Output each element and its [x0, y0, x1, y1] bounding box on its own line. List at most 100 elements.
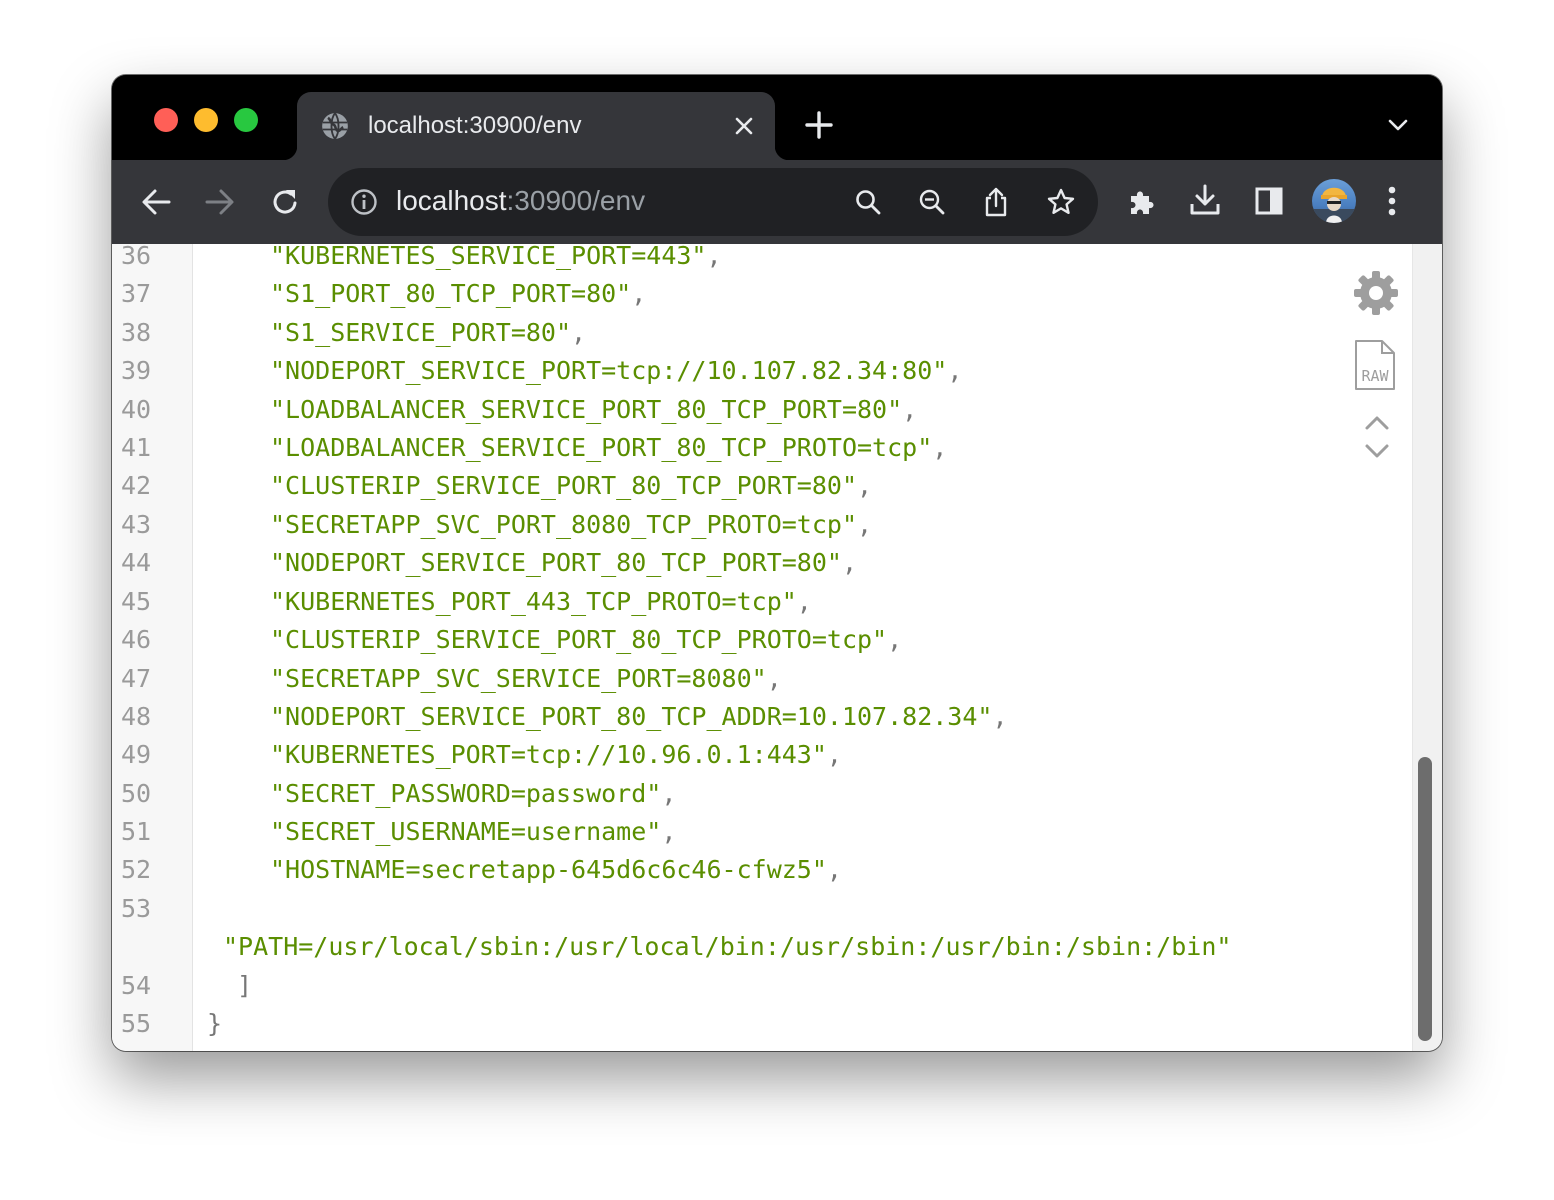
zoom-out-icon[interactable] — [918, 188, 946, 216]
tab-active[interactable]: localhost:30900/env — [283, 92, 789, 160]
json-punctuation: , — [902, 395, 918, 424]
code-line: 39 "NODEPORT_SERVICE_PORT=tcp://10.107.82… — [112, 352, 1402, 390]
json-string: "NODEPORT_SERVICE_PORT_80_TCP_PORT=80" — [270, 548, 842, 577]
code-line: 40 "LOADBALANCER_SERVICE_PORT_80_TCP_PORT… — [112, 391, 1402, 429]
code-line: 47 "SECRETAPP_SVC_SERVICE_PORT=8080", — [112, 660, 1402, 698]
code-line: 36 "KUBERNETES_SERVICE_PORT=443", — [112, 244, 1402, 275]
code-text: ] — [237, 967, 252, 1005]
code-text: "S1_PORT_80_TCP_PORT=80", — [270, 275, 646, 313]
avatar[interactable] — [1312, 179, 1356, 223]
json-string: "KUBERNETES_SERVICE_PORT=443" — [270, 244, 707, 270]
code-line: 46 "CLUSTERIP_SERVICE_PORT_80_TCP_PROTO=t… — [112, 621, 1402, 659]
json-string: "S1_PORT_80_TCP_PORT=80" — [270, 279, 632, 308]
json-string: "LOADBALANCER_SERVICE_PORT_80_TCP_PORT=8… — [270, 395, 903, 424]
line-number: 47 — [121, 664, 152, 693]
new-tab-icon[interactable] — [805, 111, 833, 139]
more-vert-icon[interactable] — [1388, 186, 1396, 216]
json-punctuation: , — [932, 433, 948, 462]
code-text: "CLUSTERIP_SERVICE_PORT_80_TCP_PROTO=tcp… — [270, 621, 902, 659]
back-arrow-icon[interactable] — [140, 187, 172, 217]
code-text: "NODEPORT_SERVICE_PORT_80_TCP_PORT=80", — [270, 544, 857, 582]
window-minimize-button[interactable] — [194, 108, 218, 132]
tab-strip: localhost:30900/env — [112, 75, 1442, 160]
star-icon[interactable] — [1046, 187, 1076, 217]
profile-picture-icon — [1312, 187, 1356, 223]
json-string: "SECRETAPP_SVC_PORT_8080_TCP_PROTO=tcp" — [270, 510, 857, 539]
tab-close-icon[interactable] — [733, 115, 755, 137]
raw-icon[interactable]: RAW — [1354, 339, 1396, 391]
json-string: "SECRET_USERNAME=username" — [270, 817, 662, 846]
search-icon[interactable] — [854, 188, 882, 216]
code-line: 43 "SECRETAPP_SVC_PORT_8080_TCP_PROTO=tcp… — [112, 506, 1402, 544]
info-icon[interactable] — [350, 188, 378, 216]
code-line: 49 "KUBERNETES_PORT=tcp://10.96.0.1:443", — [112, 736, 1402, 774]
browser-window: localhost:30900/env localhost:30900/env … — [112, 75, 1442, 1051]
json-string: "HOSTNAME=secretapp-645d6c6c46-cfwz5" — [270, 855, 827, 884]
json-string: "PATH=/usr/local/sbin:/usr/local/bin:/us… — [223, 932, 1232, 961]
url-path: :30900/env — [506, 185, 646, 216]
line-number: 50 — [121, 779, 152, 808]
json-string: "CLUSTERIP_SERVICE_PORT_80_TCP_PORT=80" — [270, 471, 857, 500]
window-maximize-button[interactable] — [234, 108, 258, 132]
line-number: 40 — [121, 395, 152, 424]
window-close-button[interactable] — [154, 108, 178, 132]
line-number: 55 — [121, 1009, 152, 1038]
chevron-down-icon[interactable] — [1364, 443, 1390, 461]
code-text: "S1_SERVICE_PORT=80", — [270, 314, 586, 352]
json-string: "KUBERNETES_PORT=tcp://10.96.0.1:443" — [270, 740, 827, 769]
json-punctuation: , — [796, 587, 812, 616]
address-bar[interactable]: localhost:30900/env — [328, 168, 1098, 236]
chevron-up-icon[interactable] — [1364, 413, 1390, 431]
json-punctuation: , — [992, 702, 1008, 731]
code-line: 48 "NODEPORT_SERVICE_PORT_80_TCP_ADDR=10.… — [112, 698, 1402, 736]
code-text: "NODEPORT_SERVICE_PORT=tcp://10.107.82.3… — [270, 352, 962, 390]
scrollbar-thumb[interactable] — [1418, 757, 1432, 1041]
url-host: localhost — [396, 185, 507, 216]
code-line: 52 "HOSTNAME=secretapp-645d6c6c46-cfwz5", — [112, 851, 1402, 889]
line-number: 53 — [121, 894, 152, 923]
json-string: "S1_SERVICE_PORT=80" — [270, 318, 572, 347]
code-line: 41 "LOADBALANCER_SERVICE_PORT_80_TCP_PROT… — [112, 429, 1402, 467]
json-string: "KUBERNETES_PORT_443_TCP_PROTO=tcp" — [270, 587, 797, 616]
line-number: 52 — [121, 855, 152, 884]
code-line: 53 — [112, 890, 1402, 928]
reload-icon[interactable] — [269, 186, 301, 218]
code-line: 42 "CLUSTERIP_SERVICE_PORT_80_TCP_PORT=80… — [112, 467, 1402, 505]
line-number: 43 — [121, 510, 152, 539]
share-icon[interactable] — [983, 186, 1009, 218]
json-punctuation: ] — [237, 971, 253, 1000]
code-text: "NODEPORT_SERVICE_PORT_80_TCP_ADDR=10.10… — [270, 698, 1008, 736]
code-text: "PATH=/usr/local/sbin:/usr/local/bin:/us… — [223, 928, 1231, 966]
json-punctuation: , — [841, 548, 858, 577]
code-text: } — [207, 1005, 222, 1043]
gear-icon[interactable] — [1354, 271, 1398, 315]
json-punctuation: , — [857, 510, 873, 539]
json-punctuation: , — [826, 855, 842, 884]
url-text[interactable]: localhost:30900/env — [396, 184, 645, 218]
line-number: 39 — [121, 356, 152, 385]
json-punctuation: , — [661, 779, 677, 808]
json-string: "CLUSTERIP_SERVICE_PORT_80_TCP_PROTO=tcp… — [270, 625, 888, 654]
page-content: 36 "KUBERNETES_SERVICE_PORT=443", 37 "S1_PO… — [112, 244, 1442, 1051]
json-string: "SECRETAPP_SVC_SERVICE_PORT=8080" — [270, 664, 767, 693]
line-number: 37 — [121, 279, 152, 308]
side-panel-icon[interactable] — [1255, 187, 1283, 215]
line-number: 51 — [121, 817, 152, 846]
json-punctuation: , — [706, 244, 722, 270]
json-punctuation: , — [947, 356, 963, 385]
extensions-puzzle-icon[interactable] — [1126, 186, 1158, 218]
chevron-down-icon[interactable] — [1386, 115, 1410, 135]
code-line: "PATH=/usr/local/sbin:/usr/local/bin:/us… — [112, 928, 1402, 966]
forward-arrow-icon[interactable] — [204, 187, 236, 217]
json-punctuation: , — [826, 740, 842, 769]
json-punctuation: , — [766, 664, 782, 693]
json-punctuation: , — [887, 625, 903, 654]
line-number: 38 — [121, 318, 152, 347]
code-line: 55} — [112, 1005, 1402, 1043]
code-line: 51 "SECRET_USERNAME=username", — [112, 813, 1402, 851]
code-text: "LOADBALANCER_SERVICE_PORT_80_TCP_PROTO=… — [270, 429, 947, 467]
json-punctuation: , — [631, 279, 647, 308]
code-line: 50 "SECRET_PASSWORD=password", — [112, 775, 1402, 813]
download-icon[interactable] — [1189, 183, 1221, 217]
line-number: 36 — [121, 244, 152, 270]
